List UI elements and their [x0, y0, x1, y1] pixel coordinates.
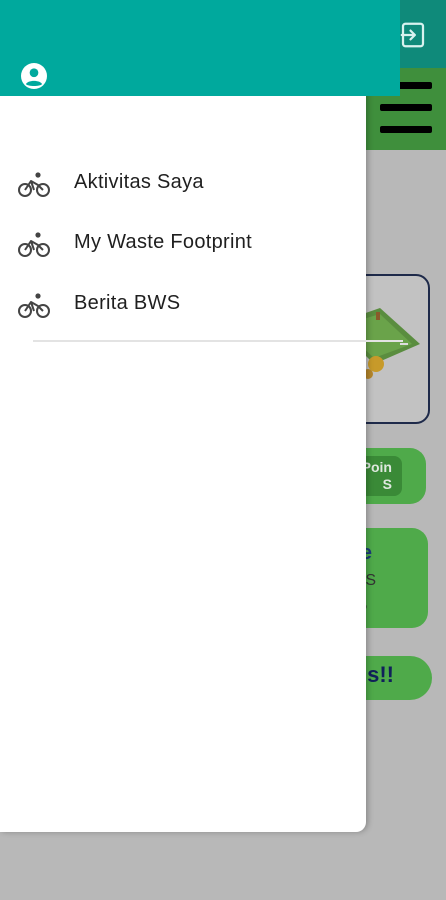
bicycle-icon — [18, 293, 50, 318]
drawer-item-berita-bws[interactable]: Berita BWS — [0, 277, 366, 333]
drawer-item-label: Berita BWS — [74, 292, 181, 314]
drawer-header — [0, 0, 400, 96]
drawer-item-my-waste-footprint[interactable]: My Waste Footprint — [0, 216, 366, 272]
drawer-item-label: My Waste Footprint — [74, 231, 253, 253]
drawer-divider — [33, 340, 403, 342]
bicycle-icon — [18, 172, 50, 197]
info-card-line-1: S — [365, 572, 376, 589]
logout-icon[interactable] — [398, 20, 428, 50]
drawer-item-aktivitas-saya[interactable]: Aktivitas Saya — [0, 156, 366, 212]
navigation-drawer: Aktivitas Saya My Waste Footprint Berita… — [0, 0, 366, 832]
drawer-item-label: Aktivitas Saya — [74, 171, 204, 193]
promo-text: s!! — [367, 662, 394, 687]
account-circle-icon[interactable] — [21, 63, 47, 89]
bicycle-icon — [18, 232, 50, 257]
screen: Poin S e S , s!! Aktivitas Saya — [0, 0, 446, 900]
